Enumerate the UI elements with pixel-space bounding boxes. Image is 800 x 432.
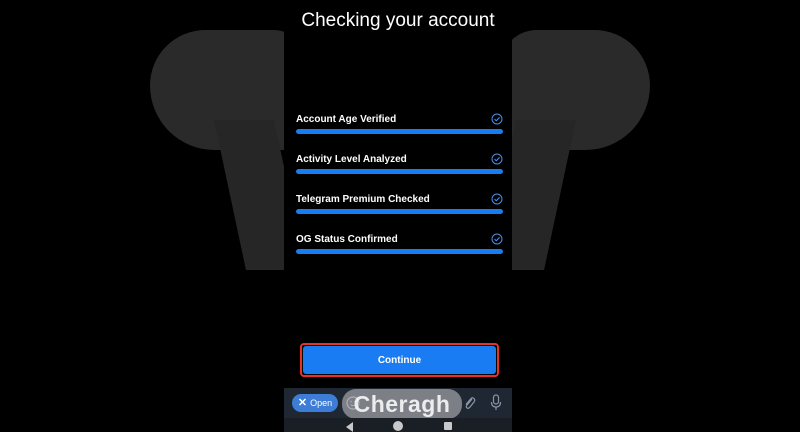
open-button[interactable]: ✕ Open bbox=[292, 394, 338, 412]
check-label: Account Age Verified bbox=[296, 114, 397, 125]
check-item-account-age: Account Age Verified bbox=[296, 112, 503, 152]
progress-bar bbox=[296, 169, 503, 174]
check-circle-icon bbox=[491, 113, 503, 125]
check-label: Telegram Premium Checked bbox=[296, 194, 430, 205]
attach-icon[interactable] bbox=[462, 395, 476, 411]
check-list: Account Age Verified Activity Level Anal… bbox=[296, 112, 503, 272]
phone-screen: Checking your account Account Age Verifi… bbox=[284, 0, 512, 432]
progress-bar bbox=[296, 129, 503, 134]
progress-fill bbox=[296, 169, 503, 174]
mic-icon[interactable] bbox=[489, 394, 503, 412]
check-item-telegram-premium: Telegram Premium Checked bbox=[296, 192, 503, 232]
check-circle-icon bbox=[491, 193, 503, 205]
close-icon: ✕ bbox=[297, 396, 308, 409]
check-item-activity-level: Activity Level Analyzed bbox=[296, 152, 503, 192]
continue-button[interactable]: Continue bbox=[303, 346, 496, 374]
check-circle-icon bbox=[491, 153, 503, 165]
back-icon[interactable] bbox=[346, 422, 353, 432]
check-item-og-status: OG Status Confirmed bbox=[296, 232, 503, 272]
app-window: Checking your account Account Age Verifi… bbox=[0, 0, 800, 432]
progress-bar bbox=[296, 209, 503, 214]
check-circle-icon bbox=[491, 233, 503, 245]
check-label: OG Status Confirmed bbox=[296, 234, 398, 245]
open-label: Open bbox=[310, 398, 333, 408]
recents-icon[interactable] bbox=[444, 422, 452, 430]
page-title: Checking your account bbox=[301, 10, 495, 31]
continue-highlight: Continue bbox=[300, 343, 499, 377]
system-nav-bar bbox=[284, 418, 512, 432]
home-icon[interactable] bbox=[393, 421, 403, 431]
check-label: Activity Level Analyzed bbox=[296, 154, 407, 165]
progress-bar bbox=[296, 249, 503, 254]
watermark-logo: Cheragh bbox=[342, 389, 462, 419]
progress-fill bbox=[296, 129, 503, 134]
progress-fill bbox=[296, 209, 503, 214]
progress-fill bbox=[296, 249, 503, 254]
